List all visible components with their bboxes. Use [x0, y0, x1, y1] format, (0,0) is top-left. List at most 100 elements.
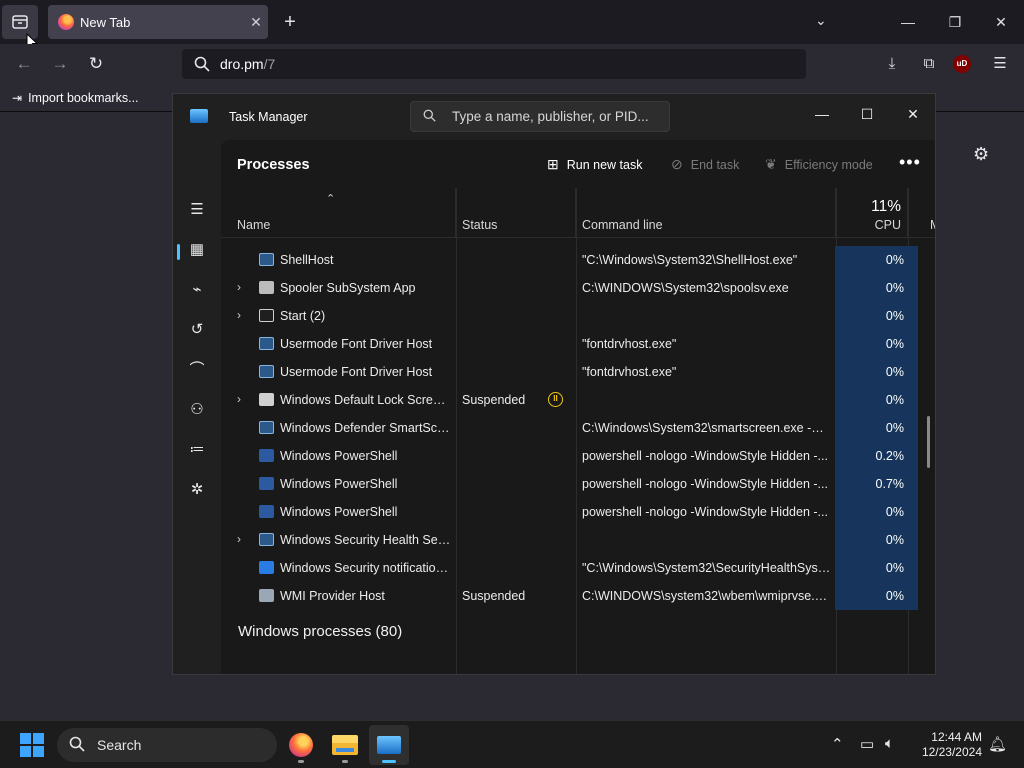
end-task-button[interactable]: ⊘ End task — [671, 156, 739, 173]
column-header-status[interactable]: Status — [456, 188, 576, 238]
process-name: WMI Provider Host — [280, 589, 385, 603]
tab-close-icon[interactable]: ✕ — [244, 14, 268, 31]
task-manager-titlebar: Task Manager Type a name, publisher, or … — [173, 94, 935, 140]
app-history-nav-icon[interactable]: ↺ — [187, 320, 207, 340]
end-task-label: End task — [690, 157, 740, 172]
table-row[interactable]: Windows Security notification... "C:\Wind… — [221, 554, 935, 582]
file-explorer-folder-icon — [332, 735, 358, 755]
column-header-command-line[interactable]: Command line — [576, 188, 836, 238]
tm-close-icon[interactable]: ✕ — [896, 100, 930, 128]
extensions-puzzle-icon[interactable]: ⧉ — [918, 54, 940, 74]
table-row[interactable]: › Start (2) 0% — [221, 302, 935, 330]
expand-chevron-icon[interactable]: › — [237, 308, 249, 322]
ublock-icon[interactable]: uD — [953, 55, 975, 75]
start-windows-icon[interactable] — [20, 733, 44, 757]
performance-nav-icon[interactable]: ⌁ — [187, 280, 207, 300]
reload-icon[interactable]: ↻ — [82, 52, 110, 76]
app-window-icon — [259, 365, 274, 378]
details-nav-icon[interactable]: ≔ — [187, 440, 207, 460]
expand-chevron-icon[interactable]: › — [237, 392, 249, 406]
end-task-icon: ⊘ — [671, 156, 683, 172]
process-name: Windows Security Health Servi... — [280, 533, 452, 547]
tab-new-tab[interactable]: New Tab ✕ — [48, 5, 268, 39]
processes-nav-icon[interactable]: ▦ — [187, 240, 207, 260]
blank-icon — [259, 393, 274, 406]
table-row[interactable]: › Windows Security Health Servi... 0% — [221, 526, 935, 554]
firefox-icon — [289, 733, 313, 757]
table-row[interactable]: ShellHost "C:\Windows\System32\ShellHost.… — [221, 246, 935, 274]
process-cpu: 0% — [835, 274, 918, 302]
column-name-label: Name — [237, 218, 271, 232]
expand-chevron-icon[interactable]: › — [237, 532, 249, 546]
tm-maximize-icon[interactable]: ☐ — [850, 100, 884, 128]
processes-panel: Processes ⊞ Run new task ⊘ End task ❦ Ef… — [221, 140, 935, 674]
users-nav-icon[interactable]: ⚇ — [187, 400, 207, 420]
table-row[interactable]: Windows PowerShell powershell -nologo -Wi… — [221, 498, 935, 526]
url-host: dro.pm — [220, 56, 264, 72]
process-cpu: 0% — [835, 498, 918, 526]
process-name: Usermode Font Driver Host — [280, 337, 433, 351]
expand-chevron-icon[interactable]: › — [237, 280, 249, 294]
startup-apps-nav-icon[interactable]: ⌒ — [187, 360, 207, 380]
task-manager-window: Task Manager Type a name, publisher, or … — [172, 93, 936, 675]
powershell-icon — [259, 449, 274, 462]
url-bar[interactable]: dro.pm/7 — [182, 49, 806, 79]
table-row[interactable]: Usermode Font Driver Host "fontdrvhost.ex… — [221, 358, 935, 386]
search-placeholder: Type a name, publisher, or PID... — [452, 109, 649, 124]
table-row[interactable]: Windows PowerShell powershell -nologo -Wi… — [221, 442, 935, 470]
show-hidden-icons-chevron-icon[interactable]: ⌃ — [831, 735, 844, 753]
forward-arrow-icon[interactable]: → — [46, 52, 74, 76]
import-bookmarks-link[interactable]: Import bookmarks... — [28, 91, 138, 105]
table-row[interactable]: › Spooler SubSystem App C:\WINDOWS\System3… — [221, 274, 935, 302]
taskbar-clock[interactable]: 12:44 AM 12/23/2024 — [916, 730, 982, 760]
volume-speaker-icon[interactable]: 🔈︎ — [885, 735, 894, 752]
process-status: Suspended — [462, 589, 526, 603]
page-settings-gear-icon[interactable]: ⚙ — [973, 144, 989, 165]
browser-restore-icon[interactable]: ❐ — [940, 8, 970, 36]
browser-close-icon[interactable]: ✕ — [986, 8, 1016, 36]
more-options-icon[interactable]: ••• — [899, 152, 921, 173]
notifications-bell-icon[interactable]: 🔔︎ — [988, 735, 1007, 753]
efficiency-mode-button[interactable]: ❦ Efficiency mode — [765, 156, 873, 173]
process-name: Spooler SubSystem App — [280, 281, 416, 295]
taskbar-file-explorer-button[interactable] — [325, 725, 365, 765]
taskbar-search-box[interactable]: Search — [57, 728, 277, 762]
ublock-label: uD — [953, 55, 971, 73]
process-cpu: 0% — [835, 414, 918, 442]
process-command-line: C:\Windows\System32\smartscreen.exe -Em.… — [582, 421, 832, 435]
tm-minimize-icon[interactable]: — — [805, 100, 839, 128]
taskbar-task-manager-button[interactable] — [369, 725, 409, 765]
hamburger-menu-icon[interactable]: ☰ — [187, 200, 207, 220]
column-header-memory[interactable]: M — [908, 188, 935, 238]
browser-minimize-icon[interactable]: — — [893, 8, 923, 36]
run-new-task-button[interactable]: ⊞ Run new task — [547, 156, 642, 173]
new-tab-plus-icon[interactable]: + — [278, 10, 302, 34]
windows-processes-group-header[interactable]: Windows processes (80) — [238, 623, 402, 640]
table-row[interactable]: › Windows Default Lock Screen ... Suspende… — [221, 386, 935, 414]
tab-list-icon — [12, 15, 28, 29]
search-icon — [194, 56, 210, 72]
process-search-input[interactable]: Type a name, publisher, or PID... — [410, 101, 670, 132]
services-nav-icon[interactable]: ✲ — [187, 480, 207, 500]
tab-overflow-chevron-icon[interactable]: ⌄ — [815, 12, 827, 29]
taskbar-firefox-button[interactable] — [281, 725, 321, 765]
column-header-cpu[interactable]: 11% CPU — [836, 188, 908, 238]
app-window-icon — [259, 337, 274, 350]
printer-icon — [259, 281, 274, 294]
downloads-icon[interactable]: ⤓ — [881, 54, 903, 74]
table-row[interactable]: WMI Provider Host Suspended C:\WINDOWS\sys… — [221, 582, 935, 610]
process-name: Windows Default Lock Screen ... — [280, 393, 452, 407]
table-row[interactable]: Usermode Font Driver Host "fontdrvhost.ex… — [221, 330, 935, 358]
hamburger-menu-icon[interactable]: ☰ — [989, 54, 1011, 74]
process-name: Windows Defender SmartScreen — [280, 421, 452, 435]
column-header-name[interactable]: ⌃ Name — [221, 188, 456, 238]
import-icon: ⇥ — [12, 90, 23, 105]
table-row[interactable]: Windows Defender SmartScreen C:\Windows\S… — [221, 414, 935, 442]
vertical-scrollbar-thumb[interactable] — [927, 416, 930, 468]
back-arrow-icon[interactable]: ← — [10, 52, 38, 76]
tab-title: New Tab — [80, 14, 131, 30]
table-row[interactable]: Windows PowerShell powershell -nologo -Wi… — [221, 470, 935, 498]
clock-time: 12:44 AM — [931, 730, 982, 744]
network-icon[interactable]: ▭ — [860, 735, 874, 753]
powershell-icon — [259, 505, 274, 518]
